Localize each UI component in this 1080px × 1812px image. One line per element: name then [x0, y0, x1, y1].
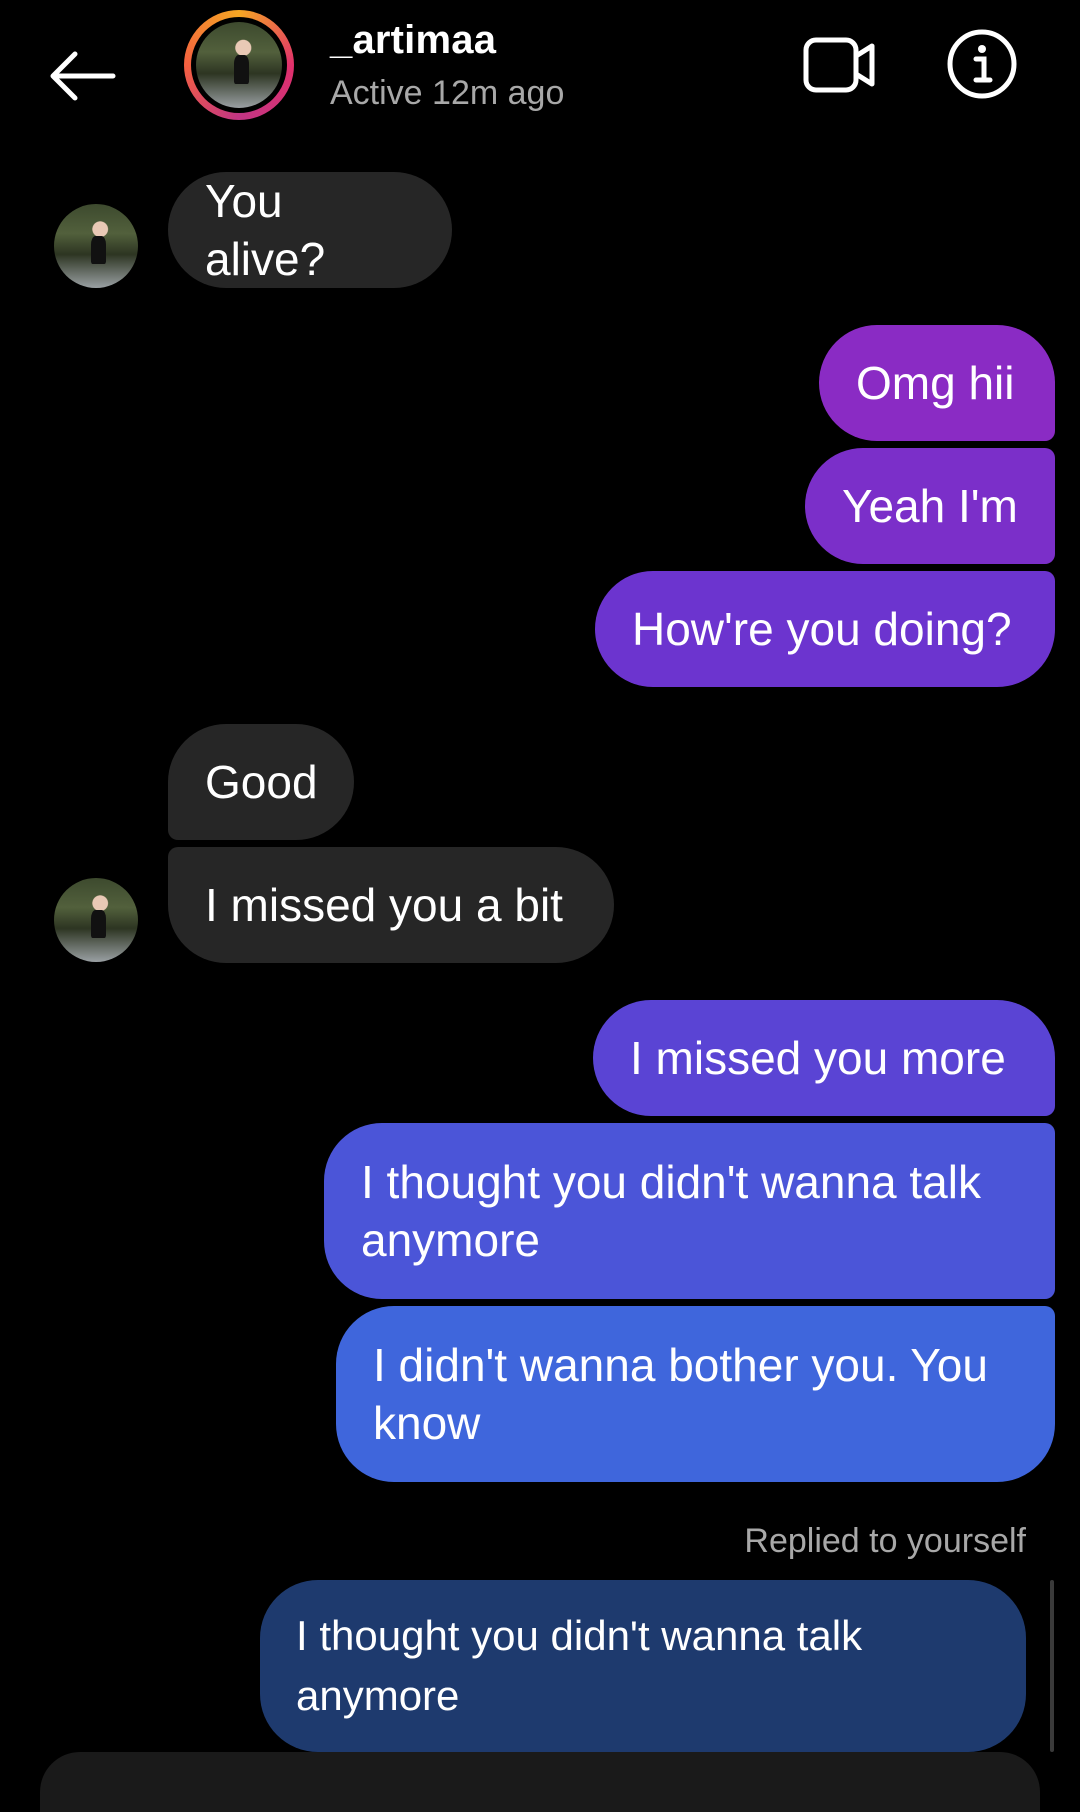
avatar-photo — [196, 22, 282, 108]
message-bubble-received[interactable]: I missed you a bit — [168, 847, 614, 963]
reply-indicator-line — [1050, 1580, 1054, 1752]
contact-username[interactable]: _artimaa — [330, 18, 496, 63]
contact-status: Active 12m ago — [330, 74, 565, 112]
info-button[interactable] — [944, 26, 1020, 102]
sender-avatar[interactable] — [54, 204, 138, 288]
back-button[interactable] — [44, 38, 120, 114]
message-bubble-sent[interactable]: I missed you more — [593, 1000, 1055, 1116]
avatar-photo — [54, 878, 138, 962]
message-bubble-received[interactable]: You alive? — [168, 172, 452, 288]
composer-edge — [40, 1752, 1040, 1812]
message-bubble-sent[interactable]: Omg hii — [819, 325, 1055, 441]
arrow-left-icon — [50, 51, 116, 101]
profile-avatar[interactable] — [184, 10, 294, 120]
sender-avatar[interactable] — [54, 878, 138, 962]
message-bubble-sent[interactable]: Yeah I'm — [805, 448, 1055, 564]
quoted-message[interactable]: I thought you didn't wanna talk anymore — [260, 1580, 1026, 1752]
avatar-photo — [54, 204, 138, 288]
video-call-button[interactable] — [800, 30, 880, 100]
reply-context-label: Replied to yourself — [744, 1522, 1026, 1560]
message-bubble-sent[interactable]: How're you doing? — [595, 571, 1055, 687]
chat-header: _artimaa Active 12m ago — [0, 0, 1080, 150]
message-bubble-received[interactable]: Good — [168, 724, 354, 840]
video-camera-icon — [803, 37, 875, 93]
info-icon — [947, 29, 1017, 99]
message-bubble-sent[interactable]: I didn't wanna bother you. You know — [336, 1306, 1055, 1482]
message-bubble-sent[interactable]: I thought you didn't wanna talk anymore — [324, 1123, 1055, 1299]
